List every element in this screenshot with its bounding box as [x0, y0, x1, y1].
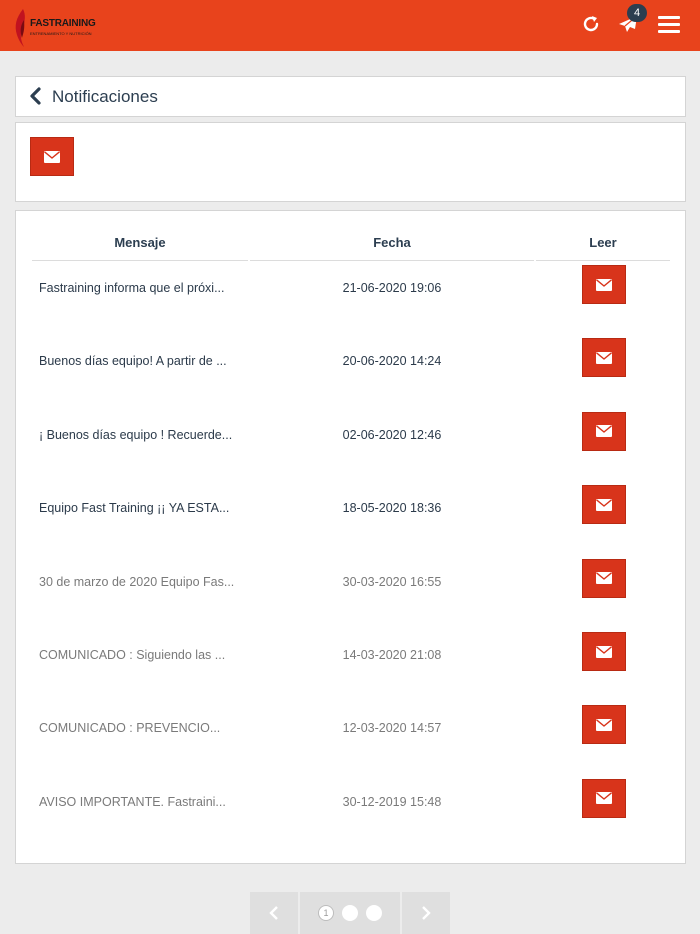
- read-message-button[interactable]: [582, 632, 626, 671]
- top-bar: FASTRAINING ENTRENAMIENTO Y NUTRICIÓN 4: [0, 0, 700, 51]
- table-row: Buenos días equipo! A partir de ... 20-06…: [16, 330, 685, 403]
- envelope-icon: [596, 425, 612, 438]
- read-message-button[interactable]: [582, 265, 626, 304]
- message-date: 21-06-2020 19:06: [342, 281, 442, 295]
- message-preview: AVISO IMPORTANTE. Fastraini...: [39, 794, 226, 809]
- read-message-button[interactable]: [582, 778, 626, 818]
- message-preview: Equipo Fast Training ¡¡ YA ESTA...: [39, 501, 230, 516]
- table-row: COMUNICADO : Siguiendo las ... 14-03-2020…: [16, 624, 685, 697]
- message-date: 18-05-2020 18:36: [342, 501, 442, 516]
- message-preview: 30 de marzo de 2020 Equipo Fas...: [39, 574, 235, 589]
- hamburger-menu-icon[interactable]: [658, 16, 680, 34]
- table-row: COMUNICADO : PREVENCIO... 12-03-2020 14:5…: [16, 697, 685, 770]
- read-message-button[interactable]: [582, 705, 626, 745]
- action-panel: [15, 122, 686, 202]
- envelope-icon: [596, 278, 612, 291]
- brand-name: FASTRAINING: [30, 18, 96, 29]
- column-header-date[interactable]: Fecha: [250, 235, 534, 250]
- envelope-icon: [44, 150, 60, 163]
- table-row: Equipo Fast Training ¡¡ YA ESTA... 18-05-…: [16, 477, 685, 550]
- message-date: 20-06-2020 14:24: [342, 354, 442, 369]
- envelope-icon: [596, 351, 612, 364]
- pagination-next-button[interactable]: [402, 892, 450, 934]
- envelope-icon: [596, 718, 612, 731]
- message-preview: COMUNICADO : Siguiendo las ...: [39, 648, 226, 662]
- envelope-icon: [596, 645, 612, 658]
- column-header-read[interactable]: Leer: [536, 235, 670, 250]
- read-message-button[interactable]: [582, 338, 626, 378]
- message-preview: COMUNICADO : PREVENCIO...: [39, 721, 221, 736]
- chevron-right-icon: [422, 906, 431, 920]
- pagination-page-dot[interactable]: [342, 905, 358, 921]
- compose-message-button[interactable]: [30, 137, 74, 176]
- message-preview: Fastraining informa que el próxi...: [39, 281, 225, 295]
- refresh-icon[interactable]: [581, 14, 601, 34]
- pagination-page-dot[interactable]: [366, 905, 382, 921]
- message-date: 12-03-2020 14:57: [342, 721, 442, 736]
- message-preview: ¡ Buenos días equipo ! Recuerde...: [39, 427, 233, 442]
- page-title: Notificaciones: [52, 87, 158, 106]
- brand-tagline: ENTRENAMIENTO Y NUTRICIÓN: [30, 31, 92, 36]
- notification-badge: 4: [627, 4, 647, 22]
- pagination-prev-button[interactable]: [250, 892, 298, 934]
- flame-logo-icon: [15, 9, 25, 47]
- message-date: 30-12-2019 15:48: [342, 794, 442, 809]
- chevron-left-icon: [269, 906, 278, 920]
- brand-logo[interactable]: FASTRAINING ENTRENAMIENTO Y NUTRICIÓN: [14, 8, 96, 48]
- read-message-button[interactable]: [582, 485, 626, 525]
- envelope-icon: [596, 498, 612, 511]
- chevron-left-icon[interactable]: [28, 87, 42, 105]
- title-panel: Notificaciones: [15, 76, 686, 117]
- table-row: ¡ Buenos días equipo ! Recuerde... 02-06-…: [16, 404, 685, 477]
- read-message-button[interactable]: [582, 558, 626, 598]
- notifications-table: Mensaje Fecha Leer Fastraining informa q…: [15, 210, 686, 864]
- table-row: 30 de marzo de 2020 Equipo Fas... 30-03-2…: [16, 551, 685, 624]
- pagination-pages: 1: [300, 892, 400, 934]
- table-row: Fastraining informa que el próxi... 21-06…: [16, 257, 685, 330]
- read-message-button[interactable]: [582, 411, 626, 451]
- column-header-message[interactable]: Mensaje: [32, 235, 248, 250]
- envelope-icon: [596, 572, 612, 585]
- table-row: AVISO IMPORTANTE. Fastraini... 30-12-2019…: [16, 771, 685, 844]
- message-preview: Buenos días equipo! A partir de ...: [39, 354, 227, 369]
- message-date: 30-03-2020 16:55: [342, 574, 442, 589]
- envelope-icon: [596, 792, 612, 805]
- pagination-page-dot[interactable]: 1: [318, 905, 334, 921]
- message-date: 14-03-2020 21:08: [342, 648, 442, 662]
- message-date: 02-06-2020 12:46: [342, 427, 442, 442]
